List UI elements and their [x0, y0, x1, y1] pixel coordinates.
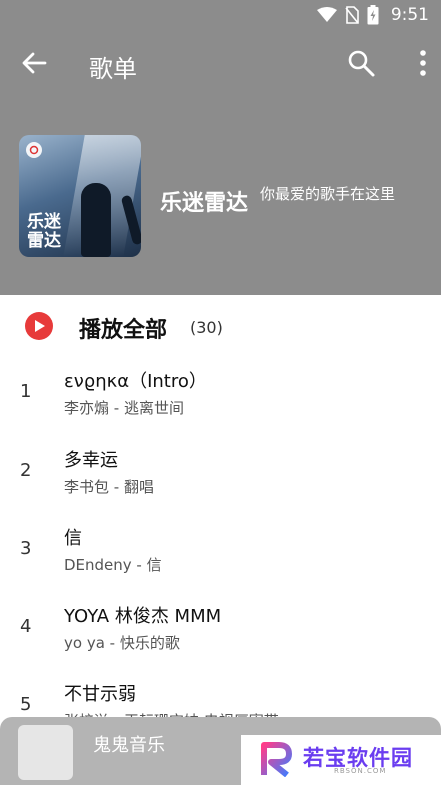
- song-index: 1: [20, 381, 32, 402]
- search-button[interactable]: [343, 47, 379, 83]
- cover-text: 乐迷雷达: [27, 212, 61, 251]
- page-title: 歌单: [89, 55, 137, 83]
- playlist-description: 你最爱的歌手在这里: [260, 185, 396, 203]
- song-item[interactable]: 3 信 DEndeny - 信: [0, 512, 441, 590]
- more-options-button[interactable]: [405, 47, 441, 83]
- toolbar: 歌单: [0, 30, 441, 100]
- now-playing-cover: [18, 725, 73, 780]
- song-title: 多幸运: [64, 450, 118, 471]
- status-time: 9:51: [390, 5, 429, 25]
- more-vert-icon: [419, 49, 427, 82]
- now-playing-title: 鬼鬼音乐: [93, 735, 165, 756]
- song-item[interactable]: 1 ɛνϱηκα（Intro） 李亦煽 - 逃离世间: [0, 355, 441, 433]
- watermark: 若宝软件园 RBSON.COM: [241, 735, 441, 785]
- watermark-url: RBSON.COM: [334, 767, 387, 775]
- play-circle-icon: [25, 312, 53, 340]
- song-count: (30): [190, 318, 223, 337]
- status-bar: 9:51: [0, 0, 441, 30]
- wifi-icon: [316, 7, 337, 23]
- watermark-logo-icon: [259, 741, 293, 778]
- song-index: 4: [20, 616, 32, 637]
- song-artist-album: DEndeny - 信: [64, 556, 162, 574]
- song-artist-album: yo ya - 快乐的歌: [64, 634, 180, 652]
- song-item[interactable]: 2 多幸运 李书包 - 翻唱: [0, 434, 441, 512]
- song-title: 不甘示弱: [64, 684, 136, 705]
- playlist-cover: 乐迷雷达: [19, 135, 141, 257]
- play-all-label: 播放全部: [79, 318, 168, 343]
- back-button[interactable]: [16, 47, 52, 83]
- song-index: 2: [20, 460, 32, 481]
- song-title: YOYA 林俊杰 MMM: [64, 606, 222, 627]
- song-artist-album: 李书包 - 翻唱: [64, 478, 154, 496]
- battery-charging-icon: [367, 5, 379, 25]
- song-artist-album: 李亦煽 - 逃离世间: [64, 399, 184, 417]
- song-title: ɛνϱηκα（Intro）: [64, 371, 207, 392]
- no-sim-icon: [345, 6, 359, 24]
- song-item[interactable]: 4 YOYA 林俊杰 MMM yo ya - 快乐的歌: [0, 590, 441, 668]
- play-all-button[interactable]: 播放全部 (30): [0, 295, 441, 359]
- playlist-header: 乐迷雷达 乐迷雷达 你最爱的歌手在这里: [0, 100, 441, 295]
- song-index: 5: [20, 694, 32, 715]
- playlist-name: 乐迷雷达: [160, 191, 249, 216]
- netease-logo-icon: [26, 142, 42, 158]
- arrow-left-icon: [20, 49, 48, 82]
- song-title: 信: [64, 528, 82, 549]
- song-index: 3: [20, 538, 32, 559]
- search-icon: [346, 48, 376, 83]
